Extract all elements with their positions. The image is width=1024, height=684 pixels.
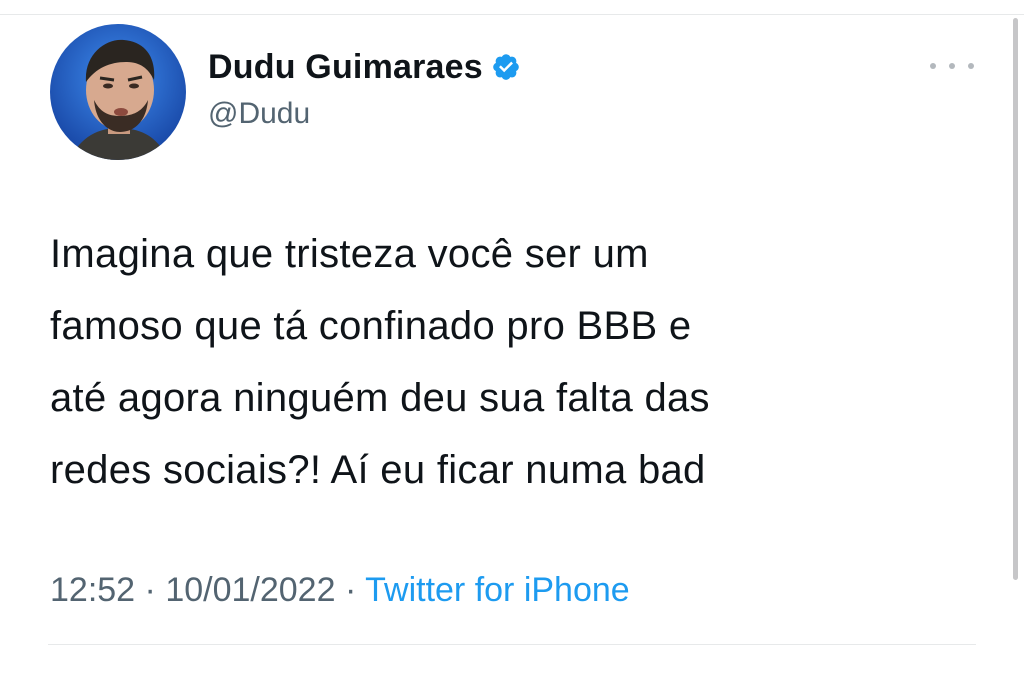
display-name[interactable]: Dudu Guimaraes xyxy=(208,42,483,92)
top-divider xyxy=(0,14,1024,15)
verified-badge-icon xyxy=(493,54,519,80)
tweet-text-line: Imagina que tristeza você ser um xyxy=(50,232,649,276)
dot-icon xyxy=(930,63,936,69)
dot-icon xyxy=(949,63,955,69)
tweet-metadata: 12:52 · 10/01/2022 · Twitter for iPhone xyxy=(50,566,630,614)
tweet-source-link[interactable]: Twitter for iPhone xyxy=(365,571,630,609)
avatar-image xyxy=(50,24,186,160)
handle[interactable]: @Dudu xyxy=(208,92,521,136)
name-row: Dudu Guimaraes xyxy=(208,42,521,92)
separator: · xyxy=(144,571,156,609)
tweet-text-line: famoso que tá confinado pro BBB e xyxy=(50,304,692,348)
avatar[interactable] xyxy=(50,24,186,160)
tweet-time[interactable]: 12:52 xyxy=(50,571,135,609)
tweet-text: Imagina que tristeza você ser um famoso … xyxy=(50,218,950,506)
dot-icon xyxy=(968,63,974,69)
tweet-text-line: até agora ninguém deu sua falta das xyxy=(50,376,710,420)
tweet-date[interactable]: 10/01/2022 xyxy=(165,571,335,609)
tweet-text-line: redes sociais?! Aí eu ficar numa bad xyxy=(50,448,706,492)
scrollbar[interactable] xyxy=(1013,18,1018,580)
tweet-header: Dudu Guimaraes @Dudu xyxy=(208,42,521,136)
separator: · xyxy=(344,571,357,609)
more-options-icon[interactable] xyxy=(930,58,974,74)
bottom-divider xyxy=(48,644,976,645)
